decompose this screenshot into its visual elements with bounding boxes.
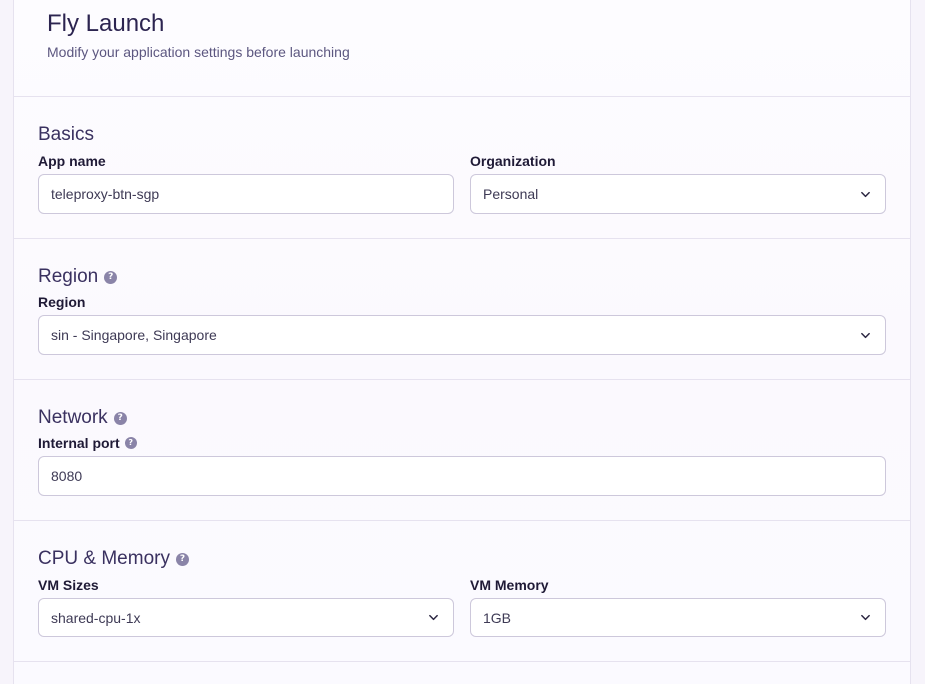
chevron-down-icon <box>861 191 870 197</box>
vm-sizes-select[interactable]: shared-cpu-1x <box>38 598 454 637</box>
region-select[interactable]: sin - Singapore, Singapore <box>38 315 886 355</box>
region-title: Region ? <box>38 266 118 288</box>
vm-memory-select[interactable]: 1GB <box>470 598 886 637</box>
app-name-label: App name <box>38 153 106 169</box>
cpu-memory-title: CPU & Memory ? <box>38 548 189 570</box>
launch-panel: Fly Launch Modify your application setti… <box>13 0 911 684</box>
chevron-down-icon <box>429 614 438 621</box>
cpu-memory-section: CPU & Memory ? VM Sizes shared-cpu-1x VM… <box>14 521 910 662</box>
basics-section: Basics App name teleproxy-btn-sgp Organi… <box>14 97 910 239</box>
network-section: Network ? Internal port ? 8080 <box>14 380 910 521</box>
internal-port-input[interactable]: 8080 <box>38 456 886 496</box>
internal-port-help-icon[interactable]: ? <box>124 437 137 449</box>
region-label: Region <box>38 294 86 310</box>
region-help-icon[interactable]: ? <box>104 270 118 284</box>
vm-memory-value: 1GB <box>483 609 512 626</box>
app-name-input[interactable]: teleproxy-btn-sgp <box>38 174 454 214</box>
organization-value: Personal <box>483 186 539 202</box>
region-value: sin - Singapore, Singapore <box>51 327 217 343</box>
page-subtitle: Modify your application settings before … <box>47 44 350 60</box>
app-name-value: teleproxy-btn-sgp <box>51 186 160 202</box>
organization-label: Organization <box>470 153 556 169</box>
basics-title: Basics <box>38 124 94 145</box>
cpu-memory-help-icon[interactable]: ? <box>175 552 189 566</box>
chevron-down-icon <box>861 614 870 621</box>
vm-sizes-value: shared-cpu-1x <box>51 609 141 626</box>
network-title: Network ? <box>38 407 127 429</box>
network-help-icon[interactable]: ? <box>113 411 127 425</box>
page-header: Fly Launch Modify your application setti… <box>14 0 910 97</box>
vm-memory-label: VM Memory <box>470 577 549 593</box>
organization-select[interactable]: Personal <box>470 174 886 214</box>
chevron-down-icon <box>861 332 870 338</box>
page-title: Fly Launch <box>47 10 165 37</box>
internal-port-value: 8080 <box>51 468 83 484</box>
region-section: Region ? Region sin - Singapore, Singapo… <box>14 239 910 380</box>
vm-sizes-label: VM Sizes <box>38 577 99 593</box>
internal-port-label: Internal port ? <box>38 435 137 451</box>
